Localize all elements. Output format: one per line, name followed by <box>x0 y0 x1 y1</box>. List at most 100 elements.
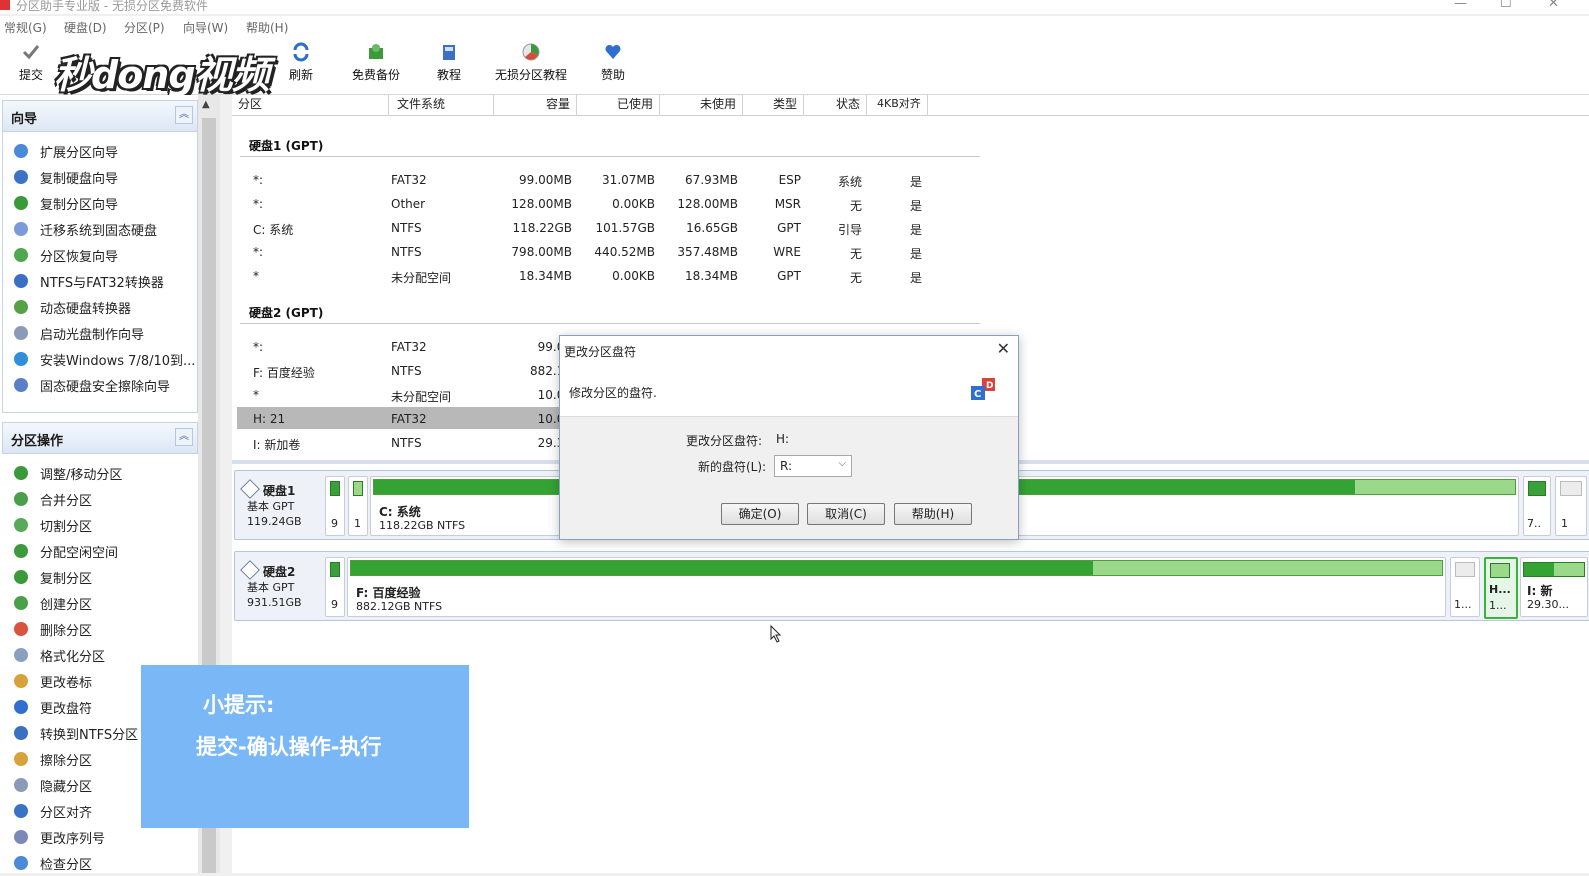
col-capacity[interactable]: 容量 <box>494 95 577 115</box>
ssd-erase-icon <box>14 378 28 392</box>
backup-icon <box>369 44 383 59</box>
disk1-part-msr[interactable]: 1 <box>348 476 368 536</box>
disk1-row-0-col-2: 99.00MB <box>519 173 572 187</box>
boot-cd-icon <box>14 326 28 340</box>
disk2-title: 硬盘2 (GPT) <box>249 306 324 320</box>
convert-icon <box>14 274 28 288</box>
disk1-row-3-col-6: 无 <box>849 247 862 261</box>
disk1-map-size: 119.24GB <box>247 515 302 528</box>
disk2-row-3-col-0[interactable]: H: 21 <box>253 412 383 426</box>
refresh-label: 刷新 <box>288 68 313 82</box>
close-icon[interactable]: ✕ <box>997 339 1010 358</box>
collapse-icon[interactable]: ︽ <box>175 106 193 124</box>
disk1-row-3-col-5: WRE <box>773 245 801 259</box>
disk1-row-3-col-7: 是 <box>909 247 922 261</box>
menu-partition[interactable]: 分区(P) <box>124 19 165 36</box>
resize-icon <box>14 466 28 480</box>
disk1-row-0-col-6: 系统 <box>837 175 862 189</box>
current-letter-label: 更改分区盘符: <box>686 434 763 448</box>
col-used[interactable]: 已使用 <box>577 95 660 115</box>
disk2-part-h-selected[interactable]: H... 1... <box>1484 557 1518 619</box>
col-type[interactable]: 类型 <box>743 95 804 115</box>
disk2-map[interactable]: 硬盘2 基本 GPT 931.51GB 9 F: 百度经验 882.12GB N… <box>234 551 1589 621</box>
lossless-tutorial-label: 无损分区教程 <box>494 68 567 82</box>
wizard-section-title: 向导 <box>11 112 38 127</box>
dialog-header: 修改分区的盘符. D C <box>560 364 1018 417</box>
ok-button[interactable]: 确定(O) <box>721 503 799 525</box>
disk2-part-i[interactable]: I: 新 29.30... <box>1520 557 1588 617</box>
disk2-map-size: 931.51GB <box>247 596 302 609</box>
col-4k-align[interactable]: 4KB对齐 <box>867 95 928 115</box>
new-letter-select[interactable]: R: ⌵ <box>774 455 852 477</box>
allocate-icon <box>14 544 28 558</box>
disk2-row-4-col-0[interactable]: I: 新加卷 <box>253 436 383 453</box>
change-drive-letter-dialog: 更改分区盘符 ✕ 修改分区的盘符. D C 更改分区盘符: H: 新的盘符(L)… <box>559 335 1019 540</box>
menu-help[interactable]: 帮助(H) <box>246 19 288 36</box>
c-label: C: 系统 <box>379 505 421 519</box>
disk1-part-unalloc[interactable]: 1 <box>1555 476 1587 536</box>
help-button[interactable]: 帮助(H) <box>894 503 972 525</box>
disk1-row-4-col-4: 18.34MB <box>685 269 738 283</box>
disk1-row-1-col-0[interactable]: *: <box>253 197 383 211</box>
backup-button[interactable]: 免费备份 <box>348 42 404 83</box>
disk1-row-3-col-4: 357.48MB <box>677 245 738 259</box>
scroll-up-icon[interactable]: ▲ <box>202 99 210 110</box>
ops-section-header[interactable]: 分区操作 ︽ <box>2 422 198 454</box>
divider <box>240 323 980 324</box>
refresh-button[interactable]: 刷新 <box>284 42 318 83</box>
col-filesystem[interactable]: 文件系统 <box>389 95 494 115</box>
col-partition[interactable]: 分区 <box>232 95 389 115</box>
change-letter-icon <box>14 700 28 714</box>
disk1-row-0-col-0[interactable]: *: <box>253 173 383 187</box>
disk1-row-0-col-4: 67.93MB <box>685 173 738 187</box>
c-detail: 118.22GB NTFS <box>379 519 466 532</box>
maximize-icon[interactable]: ☐ <box>1500 0 1512 11</box>
cancel-button[interactable]: 取消(C) <box>807 503 885 525</box>
disk2-part-esp[interactable]: 9 <box>325 557 345 617</box>
menu-wizard[interactable]: 向导(W) <box>183 19 228 36</box>
sponsor-button[interactable]: 赞助 <box>598 42 628 83</box>
disk1-row-2-col-1: NTFS <box>391 221 422 235</box>
copy-disk-icon <box>14 170 28 184</box>
disk1-part-esp[interactable]: 9 <box>325 476 345 536</box>
disk2-part-f[interactable]: F: 百度经验 882.12GB NTFS <box>347 557 1446 617</box>
disk1-row-2-col-2: 118.22GB <box>512 221 572 235</box>
windows-icon <box>14 352 28 366</box>
disk1-row-4-col-1: 未分配空间 <box>391 271 452 285</box>
commit-label: 提交 <box>18 68 43 82</box>
disk2-row-0-col-0[interactable]: *: <box>253 340 383 354</box>
disk1-row-4-col-2: 18.34MB <box>519 269 572 283</box>
disk2-map-name: 硬盘2 <box>263 565 296 579</box>
menu-general[interactable]: 常规(G) <box>4 19 47 36</box>
disk1-row-2-col-7: 是 <box>909 223 922 237</box>
dynamic-disk-icon <box>14 300 28 314</box>
tip-overlay: 小提示: 提交-确认操作-执行 <box>141 665 469 828</box>
disk1-row-3-col-2: 798.00MB <box>511 245 572 259</box>
tutorial-button[interactable]: 教程 <box>434 42 464 83</box>
wizard-section-header[interactable]: 向导 ︽ <box>2 100 198 132</box>
disk1-row-4-col-0[interactable]: * <box>253 269 383 283</box>
tip-title: 小提示: <box>203 693 275 717</box>
disk1-map-type: 基本 GPT <box>247 500 295 513</box>
disk2-map-type: 基本 GPT <box>247 581 295 594</box>
disk1-row-2-col-0[interactable]: C: 系统 <box>253 221 383 238</box>
svg-text:C: C <box>974 389 981 400</box>
menu-disk[interactable]: 硬盘(D) <box>64 19 107 36</box>
lossless-tutorial-button[interactable]: 无损分区教程 <box>492 42 570 83</box>
app-icon <box>0 0 10 10</box>
col-status[interactable]: 状态 <box>804 95 867 115</box>
disk2-row-1-col-0[interactable]: F: 百度经验 <box>253 364 383 381</box>
backup-label: 免费备份 <box>351 68 400 82</box>
disk1-part-wre[interactable]: 7.. <box>1523 476 1551 536</box>
commit-button[interactable]: 提交 <box>14 42 48 83</box>
disk2-part-unalloc[interactable]: 1... <box>1450 557 1480 617</box>
split-icon <box>14 518 28 532</box>
disk2-row-3-col-1: FAT32 <box>391 412 427 426</box>
refresh-icon <box>293 42 309 62</box>
col-unused[interactable]: 未使用 <box>660 95 743 115</box>
close-icon[interactable]: ✕ <box>1548 0 1559 11</box>
disk1-row-3-col-0[interactable]: *: <box>253 245 383 259</box>
collapse-icon[interactable]: ︽ <box>175 428 193 446</box>
minimize-icon[interactable]: — <box>1454 0 1467 11</box>
disk2-row-2-col-0[interactable]: * <box>253 388 383 402</box>
